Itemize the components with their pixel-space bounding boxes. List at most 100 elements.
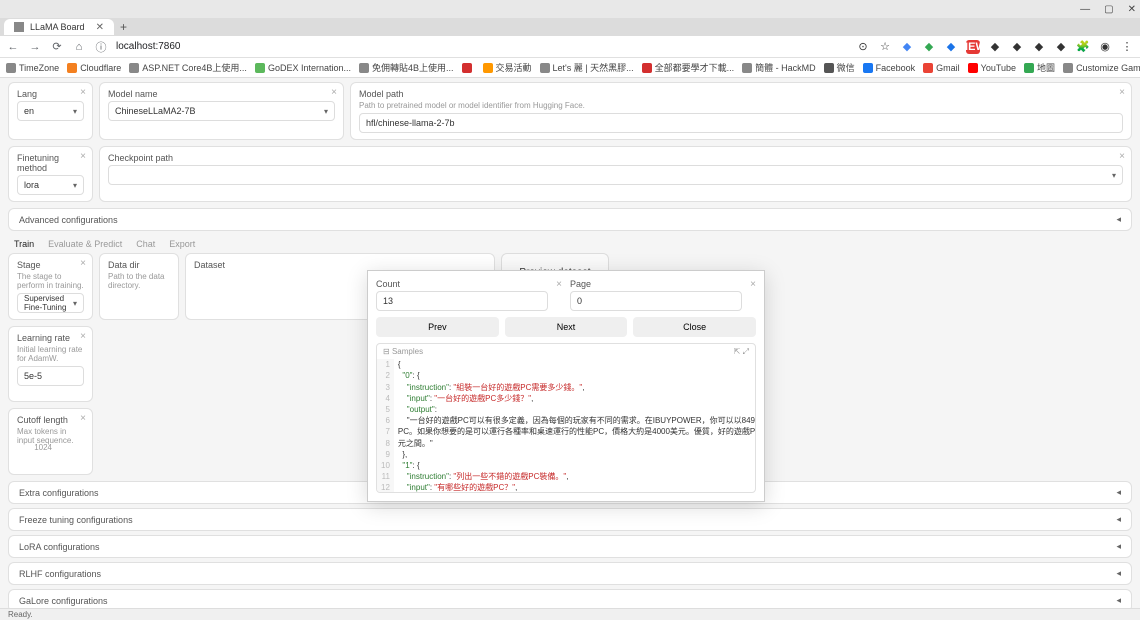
bookmark[interactable]: 免佣轉貼4B上使用...: [359, 61, 454, 74]
collapse-icon[interactable]: ×: [80, 331, 86, 342]
finetune-card: × Finetuning method lora▾: [8, 146, 93, 202]
stage-select[interactable]: Supervised Fine-Tuning▾: [17, 293, 84, 313]
collapse-icon[interactable]: ×: [556, 279, 562, 290]
preview-modal: Count 13 × Page 0 × Prev Next Close ⊟ Sa…: [367, 270, 765, 502]
tab-close-icon[interactable]: ✕: [96, 22, 104, 33]
tab-title: LLaMA Board: [30, 22, 85, 32]
cutoff-value-chip: 1024: [34, 443, 52, 452]
tab-chat[interactable]: Chat: [136, 239, 155, 249]
ext-icon[interactable]: ◆: [922, 40, 936, 54]
checkpoint-label: Checkpoint path: [108, 153, 1123, 163]
page-input[interactable]: 0: [570, 291, 742, 311]
ext-icon[interactable]: ◆: [944, 40, 958, 54]
menu-icon[interactable]: ⋮: [1120, 40, 1134, 54]
bookmark[interactable]: 全部都要學才下載...: [642, 61, 735, 74]
model-path-label: Model path: [359, 89, 1123, 99]
address-bar: ← → ⟳ ⌂ ⓘ localhost:7860 ⊙ ☆ ◆ ◆ ◆ NEW ◆…: [0, 36, 1140, 58]
ext-icon[interactable]: ◆: [1054, 40, 1068, 54]
lang-select[interactable]: en▾: [17, 101, 84, 121]
bookmark[interactable]: Facebook: [863, 63, 916, 73]
back-icon[interactable]: ←: [6, 40, 20, 54]
reload-icon[interactable]: ⟳: [50, 40, 64, 54]
lang-label: Lang: [17, 89, 84, 99]
bookmark[interactable]: 交易活動: [483, 61, 532, 74]
bookmark[interactable]: Gmail: [923, 63, 960, 73]
browser-tab[interactable]: LLaMA Board ✕: [4, 19, 114, 35]
home-icon[interactable]: ⌂: [72, 40, 86, 54]
url-input[interactable]: localhost:7860: [116, 41, 848, 52]
checkpoint-select[interactable]: ▾: [108, 165, 1123, 185]
model-name-card: × Model name ChineseLLaMA2-7B▾: [99, 82, 344, 140]
collapse-icon[interactable]: ×: [750, 279, 756, 290]
bookmark[interactable]: Let's 麗 | 天然黑膠...: [540, 61, 634, 74]
collapse-icon[interactable]: ×: [1119, 151, 1125, 162]
lr-hint: Initial learning rate for AdamW.: [17, 345, 84, 363]
freeze-accordion[interactable]: Freeze tuning configurations◂: [8, 508, 1132, 531]
bookmark[interactable]: 微信: [824, 61, 855, 74]
bookmark[interactable]: [462, 63, 475, 73]
model-name-select[interactable]: ChineseLLaMA2-7B▾: [108, 101, 335, 121]
model-path-card: × Model path Path to pretrained model or…: [350, 82, 1132, 140]
samples-viewer: ⊟ Samples⇱ ⤢ 123456789101112 { "0": { "i…: [376, 343, 756, 493]
bookmark[interactable]: Customize Gamer I...: [1063, 63, 1140, 73]
new-tab-icon[interactable]: +: [120, 20, 127, 34]
puzzle-icon[interactable]: 🧩: [1076, 40, 1090, 54]
collapse-icon[interactable]: ×: [80, 87, 86, 98]
lr-label: Learning rate: [17, 333, 84, 343]
lang-card: × Lang en▾: [8, 82, 93, 140]
ext-icon[interactable]: ◆: [900, 40, 914, 54]
stage-hint: The stage to perform in training.: [17, 272, 84, 290]
next-button[interactable]: Next: [505, 317, 628, 337]
collapse-icon[interactable]: ×: [1119, 87, 1125, 98]
ext-icon[interactable]: ◆: [1032, 40, 1046, 54]
info-icon: ⓘ: [94, 40, 108, 54]
close-button[interactable]: Close: [633, 317, 756, 337]
status-bar: Ready.: [0, 608, 1140, 620]
advanced-accordion[interactable]: Advanced configurations◂: [8, 208, 1132, 231]
forward-icon[interactable]: →: [28, 40, 42, 54]
bookmark[interactable]: ASP.NET Core4B上使用...: [129, 61, 247, 74]
bookmark[interactable]: 地圖: [1024, 61, 1055, 74]
galore-accordion[interactable]: GaLore configurations◂: [8, 589, 1132, 608]
tab-export[interactable]: Export: [169, 239, 195, 249]
star-icon[interactable]: ☆: [878, 40, 892, 54]
profile-icon[interactable]: ◉: [1098, 40, 1112, 54]
collapse-icon[interactable]: ×: [331, 87, 337, 98]
prev-button[interactable]: Prev: [376, 317, 499, 337]
maximize-icon[interactable]: ▢: [1104, 4, 1113, 15]
tab-train[interactable]: Train: [14, 239, 34, 249]
stage-card: × Stage The stage to perform in training…: [8, 253, 93, 320]
lora-accordion[interactable]: LoRA configurations◂: [8, 535, 1132, 558]
data-dir-hint: Path to the data directory.: [108, 272, 170, 290]
json-code[interactable]: { "0": { "instruction": "組裝一台好的遊戲PC需要多少錢…: [394, 359, 756, 493]
bookmark[interactable]: Cloudflare: [67, 63, 121, 73]
tab-evaluate[interactable]: Evaluate & Predict: [48, 239, 122, 249]
close-icon[interactable]: ✕: [1128, 4, 1136, 15]
model-path-input[interactable]: hfl/chinese-llama-2-7b: [359, 113, 1123, 133]
lr-card: × Learning rate Initial learning rate fo…: [8, 326, 93, 402]
count-input[interactable]: 13: [376, 291, 548, 311]
ext-icon[interactable]: ◆: [988, 40, 1002, 54]
rlhf-accordion[interactable]: RLHF configurations◂: [8, 562, 1132, 585]
collapse-icon[interactable]: ×: [80, 413, 86, 424]
favicon: [14, 22, 24, 32]
stage-label: Stage: [17, 260, 84, 270]
lr-input[interactable]: 5e-5: [17, 366, 84, 386]
cutoff-label: Cutoff length: [17, 415, 84, 425]
browser-tabstrip: LLaMA Board ✕ +: [0, 18, 1140, 36]
collapse-icon[interactable]: ×: [80, 151, 86, 162]
count-label: Count: [376, 279, 548, 289]
bookmark[interactable]: TimeZone: [6, 63, 59, 73]
toolbar-icons: ⊙ ☆ ◆ ◆ ◆ NEW ◆ ◆ ◆ ◆ 🧩 ◉ ⋮: [856, 40, 1134, 54]
finetune-select[interactable]: lora▾: [17, 175, 84, 195]
dataset-label: Dataset: [194, 260, 486, 270]
bookmark[interactable]: YouTube: [968, 63, 1016, 73]
ext-icon[interactable]: ◆: [1010, 40, 1024, 54]
model-name-label: Model name: [108, 89, 335, 99]
collapse-icon[interactable]: ×: [80, 258, 86, 269]
data-dir-card: Data dir Path to the data directory.: [99, 253, 179, 320]
bookmark[interactable]: GoDEX Internation...: [255, 63, 351, 73]
bookmark[interactable]: 簡體 - HackMD: [742, 61, 816, 74]
search-icon[interactable]: ⊙: [856, 40, 870, 54]
minimize-icon[interactable]: —: [1080, 4, 1090, 15]
